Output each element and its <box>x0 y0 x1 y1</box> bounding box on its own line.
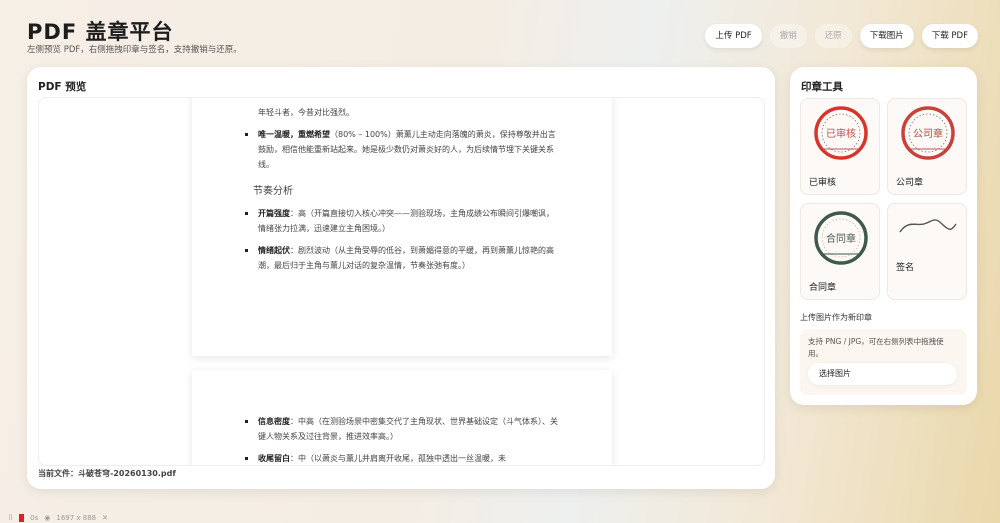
list-item: 年轻斗者，今昔对比强烈。 <box>258 105 558 120</box>
stamp-label: 已审核 <box>809 178 837 188</box>
camera-icon[interactable]: ◉ <box>44 514 50 522</box>
upload-box: 支持 PNG / JPG，可在右侧列表中拖拽使用。 选择图片 <box>800 329 967 395</box>
upload-heading: 上传图片作为新印章 <box>800 313 872 322</box>
pdf-preview-panel: PDF 预览 年轻斗者，今昔对比强烈。 唯一温暖，重燃希望（80% – 100%… <box>27 67 775 489</box>
toolbar: 上传 PDF 撤销 还原 下载图片 下载 PDF <box>705 24 978 48</box>
stamp-label: 合同章 <box>809 283 837 293</box>
stamp-text: 已审核 <box>826 127 856 140</box>
stamp-label: 签名 <box>896 263 915 273</box>
preview-title: PDF 预览 <box>38 81 87 93</box>
list-item: 情绪起伏：剧烈波动（从主角受辱的低谷，到萧媚得意的平缓，再到萧薰儿惊艳的高潮，最… <box>245 243 558 273</box>
list-item: 唯一温暖，重燃希望（80% – 100%）萧薰儿主动走向落魄的萧炎，保持尊敬并出… <box>245 127 558 172</box>
stamp-signature[interactable]: 签名 <box>887 203 967 300</box>
section-heading: 节奏分析 <box>253 186 293 197</box>
signature-squiggle-icon <box>899 219 957 233</box>
close-icon[interactable]: ✕ <box>102 514 108 522</box>
stamp-label: 公司章 <box>896 178 924 188</box>
choose-image-button[interactable]: 选择图片 <box>808 363 957 385</box>
stamp-text: 合同章 <box>826 232 856 245</box>
item-bold: 开篇强度 <box>258 209 290 218</box>
item-bold: 情绪起伏 <box>258 246 290 255</box>
pdf-page[interactable]: 信息密度：中高（在测验场景中密集交代了主角现状、世界基础设定（斗气体系）、关键人… <box>192 370 612 465</box>
stamp-company[interactable]: 公司章 公司章 <box>887 98 967 195</box>
list-item: 收尾留白：中（以萧炎与薰儿并肩离开收尾，孤独中透出一丝温暖，未 <box>245 451 558 465</box>
page-title: PDF 盖章平台 <box>27 20 174 44</box>
tools-title: 印章工具 <box>801 81 843 93</box>
download-pdf-button[interactable]: 下载 PDF <box>921 24 978 48</box>
stamp-text: 公司章 <box>913 127 943 140</box>
record-icon[interactable] <box>19 513 25 522</box>
list-item: 开篇强度：高（开篇直接切入核心冲突——测验现场，主角成绩公布瞬间引爆嘲讽，情绪张… <box>245 206 558 236</box>
drag-handle-icon[interactable]: ⠿ <box>8 514 13 522</box>
item-text: ：中（以萧炎与薰儿并肩离开收尾，孤独中透出一丝温暖，未 <box>290 454 506 463</box>
record-time: 0s <box>30 513 39 522</box>
item-text: ：中高（在测验场景中密集交代了主角现状、世界基础设定（斗气体系）、关键人物关系及… <box>258 417 558 441</box>
status-bar: ⠿ 0s ◉ 1697 x 888 ✕ <box>0 512 150 523</box>
undo-button[interactable]: 撤销 <box>769 24 807 48</box>
current-file: 当前文件：斗破苍穹-20260130.pdf <box>38 469 176 478</box>
item-bold: 收尾留白 <box>258 454 290 463</box>
stamp-contract-icon: 合同章 <box>814 211 868 265</box>
page-subtitle: 左侧预览 PDF，右侧拖拽印章与签名，支持撤销与还原。 <box>27 45 242 55</box>
redo-button[interactable]: 还原 <box>814 24 852 48</box>
stamp-approved[interactable]: 已审核 已审核 <box>800 98 880 195</box>
stamp-company-icon: 公司章 <box>901 106 955 160</box>
download-image-button[interactable]: 下载图片 <box>859 24 914 48</box>
pdf-page[interactable]: 年轻斗者，今昔对比强烈。 唯一温暖，重燃希望（80% – 100%）萧薰儿主动走… <box>192 98 612 356</box>
item-bold: 唯一温暖，重燃希望 <box>258 130 330 139</box>
stamp-tools-panel: 印章工具 已审核 已审核 公司章 公司章 合同章 合同章 签名 上传图片作为新印… <box>790 67 977 405</box>
upload-pdf-button[interactable]: 上传 PDF <box>705 24 762 48</box>
item-text: ：剧烈波动（从主角受辱的低谷，到萧媚得意的平缓，再到萧薰儿惊艳的高潮，最后归于主… <box>258 246 554 270</box>
stamp-contract[interactable]: 合同章 合同章 <box>800 203 880 300</box>
item-text: 年轻斗者，今昔对比强烈。 <box>258 108 354 117</box>
list-item: 信息密度：中高（在测验场景中密集交代了主角现状、世界基础设定（斗气体系）、关键人… <box>245 414 558 444</box>
stamp-approved-icon: 已审核 <box>814 106 868 160</box>
item-bold: 信息密度 <box>258 417 290 426</box>
upload-description: 支持 PNG / JPG，可在右侧列表中拖拽使用。 <box>808 337 944 358</box>
item-text: ：高（开篇直接切入核心冲突——测验现场，主角成绩公布瞬间引爆嘲讽，情绪张力拉满，… <box>258 209 554 233</box>
pdf-viewer[interactable]: 年轻斗者，今昔对比强烈。 唯一温暖，重燃希望（80% – 100%）萧薰儿主动走… <box>38 97 765 466</box>
resolution: 1697 x 888 <box>56 513 97 522</box>
